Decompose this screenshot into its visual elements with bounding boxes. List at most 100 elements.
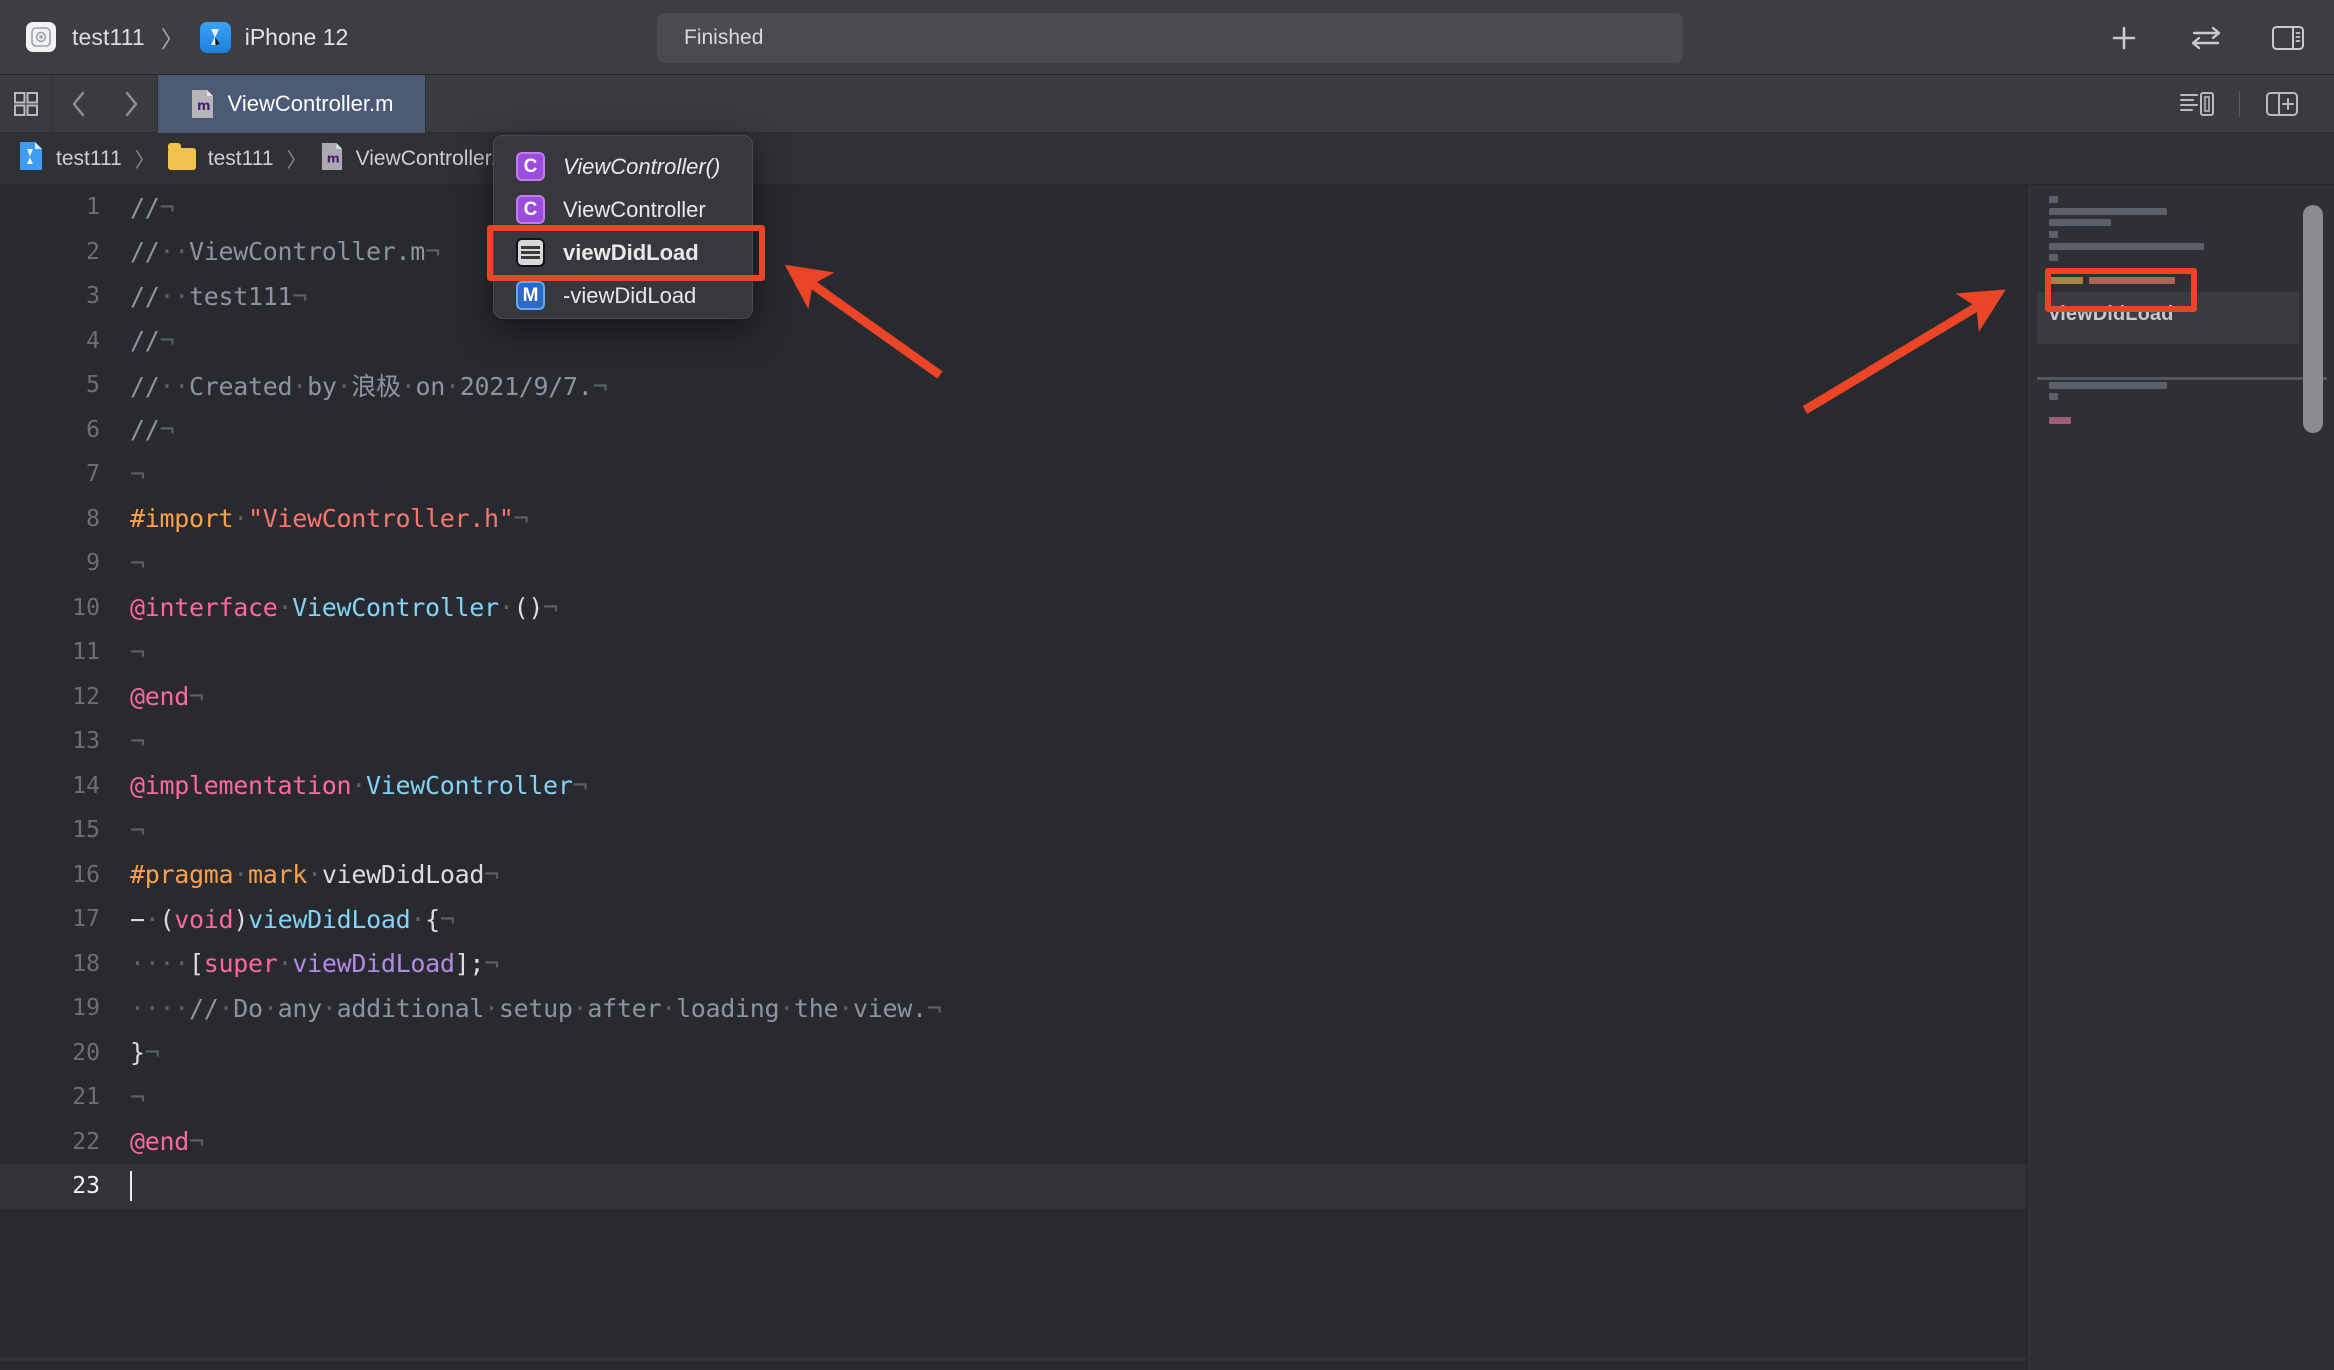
popup-menu-item[interactable]: viewDidLoad bbox=[494, 231, 752, 274]
code-line[interactable]: 8#import·"ViewController.h"¬ bbox=[0, 497, 2026, 542]
line-number: 21 bbox=[0, 1084, 100, 1110]
code-text: //¬ bbox=[130, 415, 174, 444]
line-number: 18 bbox=[0, 951, 100, 977]
code-text: ¬ bbox=[130, 549, 145, 578]
code-text: −·(void)viewDidLoad·{¬ bbox=[130, 905, 455, 934]
minimap-token-bar bbox=[2049, 254, 2058, 261]
objc-m-file-icon: m bbox=[320, 142, 344, 176]
line-number: 19 bbox=[0, 995, 100, 1021]
minimap-token-bar bbox=[2049, 417, 2071, 424]
code-text: ¬ bbox=[130, 816, 145, 845]
code-text: @end¬ bbox=[130, 682, 204, 711]
code-line[interactable]: 2//··ViewController.m¬ bbox=[0, 230, 2026, 275]
code-text: //¬ bbox=[130, 326, 174, 355]
minimap-row bbox=[2049, 400, 2301, 412]
code-line[interactable]: 4//¬ bbox=[0, 319, 2026, 364]
run-destination-icon[interactable] bbox=[200, 22, 231, 53]
code-line[interactable]: 1//¬ bbox=[0, 185, 2026, 230]
toolbar-right-buttons bbox=[2104, 0, 2308, 75]
source-editor[interactable]: 1//¬2//··ViewController.m¬3//··test111¬4… bbox=[0, 185, 2026, 1370]
code-line[interactable]: 11¬ bbox=[0, 630, 2026, 675]
minimap-visible-range-divider bbox=[2037, 377, 2327, 380]
popup-menu-item[interactable]: CViewController() bbox=[494, 145, 752, 188]
split-editor-plus-icon[interactable] bbox=[2254, 75, 2310, 133]
line-number: 23 bbox=[0, 1173, 100, 1199]
code-line[interactable]: 20 }¬ bbox=[0, 1031, 2026, 1076]
navigate-forward-button[interactable] bbox=[105, 75, 157, 133]
svg-text:m: m bbox=[326, 150, 339, 165]
code-text: @implementation·ViewController¬ bbox=[130, 771, 587, 800]
divider bbox=[2239, 91, 2240, 117]
popup-menu-item[interactable]: C ViewController bbox=[494, 188, 752, 231]
scheme-name[interactable]: test111 bbox=[72, 24, 145, 51]
code-text: ····[super·viewDidLoad];¬ bbox=[130, 949, 499, 978]
toggle-inspector-button[interactable] bbox=[2268, 18, 2308, 58]
line-number: 1 bbox=[0, 194, 100, 220]
status-text: Finished bbox=[684, 26, 763, 50]
line-number: 2 bbox=[0, 239, 100, 265]
minimap-row bbox=[2049, 203, 2301, 215]
line-number: 22 bbox=[0, 1129, 100, 1155]
code-text: }¬ bbox=[130, 1038, 160, 1067]
minimap-row bbox=[2049, 261, 2301, 273]
line-number: 11 bbox=[0, 639, 100, 665]
breadcrumb-item-file[interactable]: m ViewController. bbox=[320, 142, 497, 176]
swap-arrows-icon[interactable] bbox=[2186, 18, 2226, 58]
popup-menu-item-label: ViewController bbox=[563, 197, 706, 223]
code-line[interactable]: 21 ¬ bbox=[0, 1075, 2026, 1120]
code-line[interactable]: 23 bbox=[0, 1164, 2026, 1209]
simulator-icon[interactable] bbox=[26, 22, 56, 52]
popup-menu-item-label: -viewDidLoad bbox=[563, 283, 696, 309]
code-line[interactable]: 18 ····[super·viewDidLoad];¬ bbox=[0, 942, 2026, 987]
editor-minimap[interactable]: viewDidLoad bbox=[2026, 185, 2334, 1370]
code-line[interactable]: 22@end¬ bbox=[0, 1120, 2026, 1165]
toggle-minimap-button[interactable] bbox=[2169, 75, 2225, 133]
code-line[interactable]: 12@end¬ bbox=[0, 675, 2026, 720]
class-badge-icon: C bbox=[516, 152, 545, 181]
code-text: ¬ bbox=[130, 727, 145, 756]
grid-layout-icon[interactable] bbox=[0, 75, 52, 133]
breadcrumb-item-folder[interactable]: test111 bbox=[168, 147, 274, 171]
code-text: ¬ bbox=[130, 1083, 145, 1112]
code-line[interactable]: 16#pragma·mark·viewDidLoad¬ bbox=[0, 853, 2026, 898]
line-number: 20 bbox=[0, 1040, 100, 1066]
minimap-row bbox=[2049, 226, 2301, 238]
class-badge-icon: C bbox=[516, 195, 545, 224]
line-number: 3 bbox=[0, 283, 100, 309]
code-line[interactable]: 10@interface·ViewController·()¬ bbox=[0, 586, 2026, 631]
popup-menu-item[interactable]: M-viewDidLoad bbox=[494, 274, 752, 317]
code-line[interactable]: 13 ¬ bbox=[0, 719, 2026, 764]
code-line[interactable]: 17−·(void)viewDidLoad·{¬ bbox=[0, 897, 2026, 942]
minimap-row bbox=[2049, 272, 2301, 284]
tab-viewcontroller-m[interactable]: m ViewController.m bbox=[158, 75, 426, 133]
minimap-row bbox=[2049, 249, 2301, 261]
minimap-pragma-mark-label[interactable]: viewDidLoad bbox=[2049, 303, 2173, 326]
minimap-scroll-thumb[interactable] bbox=[2303, 205, 2323, 433]
code-text: #import·"ViewController.h"¬ bbox=[130, 504, 528, 533]
code-text: ····//·Do·any·additional·setup·after·loa… bbox=[130, 994, 942, 1023]
navigate-back-button[interactable] bbox=[53, 75, 105, 133]
run-destination-name[interactable]: iPhone 12 bbox=[245, 24, 349, 51]
code-line[interactable]: 14 @implementation·ViewController¬ bbox=[0, 764, 2026, 809]
add-editor-button[interactable] bbox=[2104, 18, 2144, 58]
code-line[interactable]: 6//¬ bbox=[0, 408, 2026, 453]
line-number: 15 bbox=[0, 817, 100, 843]
code-line[interactable]: 19 ····//·Do·any·additional·setup·after·l… bbox=[0, 986, 2026, 1031]
code-text bbox=[130, 1171, 132, 1202]
minimap-row bbox=[2049, 388, 2301, 400]
line-number: 13 bbox=[0, 728, 100, 754]
code-text: //··test111¬ bbox=[130, 282, 307, 311]
code-line[interactable]: 3 //··test111¬ bbox=[0, 274, 2026, 319]
minimap-row bbox=[2049, 353, 2301, 365]
code-line[interactable]: 15 ¬ bbox=[0, 808, 2026, 853]
code-line[interactable]: 9¬ bbox=[0, 541, 2026, 586]
xcode-project-icon bbox=[18, 141, 44, 176]
line-number: 14 bbox=[0, 773, 100, 799]
jump-bar-popup-menu[interactable]: CViewController()CViewControllerviewDidL… bbox=[493, 135, 753, 319]
minimap-row bbox=[2049, 214, 2301, 226]
minimap-row bbox=[2049, 411, 2301, 423]
code-line[interactable]: 5//··Created·by·浪极·on·2021/9/7.¬ bbox=[0, 363, 2026, 408]
breadcrumb-item-project[interactable]: test111 bbox=[18, 141, 122, 176]
code-line[interactable]: 7¬ bbox=[0, 452, 2026, 497]
minimap-token-bar bbox=[2049, 393, 2058, 400]
